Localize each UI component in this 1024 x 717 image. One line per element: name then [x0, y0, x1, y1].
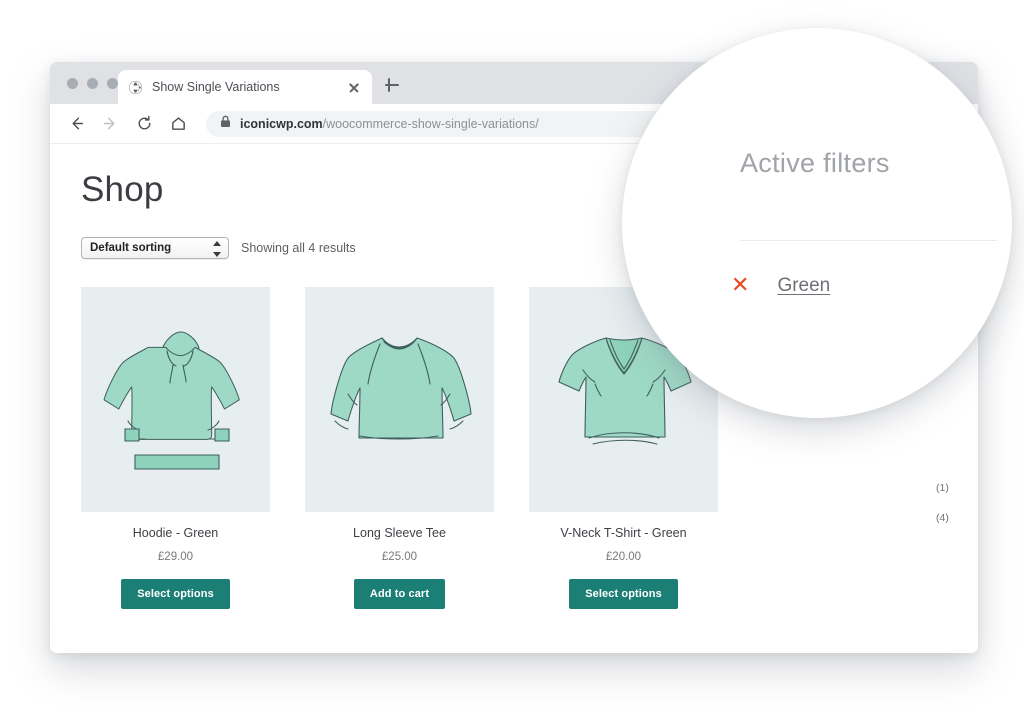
long-sleeve-tee-illustration — [330, 336, 472, 440]
window-controls — [67, 78, 118, 89]
product-name[interactable]: Long Sleeve Tee — [305, 526, 494, 540]
product-action-button[interactable]: Select options — [121, 579, 230, 609]
sorting-select-value: Default sorting — [90, 242, 172, 254]
reload-icon[interactable] — [130, 110, 158, 138]
product-card: Long Sleeve Tee £25.00 Add to cart — [305, 287, 494, 609]
remove-filter-icon[interactable]: ✕ — [731, 275, 749, 297]
new-tab-button[interactable] — [382, 75, 402, 95]
globe-icon — [128, 80, 143, 95]
results-count: Showing all 4 results — [241, 241, 356, 255]
filter-counts: (1) (4) — [936, 482, 949, 524]
stepper-arrows-icon — [213, 241, 221, 257]
magnified-divider — [740, 240, 998, 241]
close-window-dot[interactable] — [67, 78, 78, 89]
product-price: £20.00 — [605, 551, 642, 563]
product-card: Hoodie - Green £29.00 Select options — [81, 287, 270, 609]
magnified-active-filters-title: Active filters — [740, 148, 890, 178]
browser-tab-title: Show Single Variations — [152, 80, 280, 94]
hoodie-illustration — [103, 331, 240, 470]
sorting-select[interactable]: Default sorting — [81, 237, 229, 259]
filter-count: (1) — [936, 482, 949, 494]
shop-toolbar: Default sorting Showing all 4 results — [81, 237, 356, 259]
screenshot-stage: Show Single Variations iconicwp.com/wooc… — [0, 0, 1024, 717]
home-icon[interactable] — [164, 110, 192, 138]
product-price: £29.00 — [157, 551, 194, 563]
close-tab-icon[interactable] — [346, 79, 362, 95]
product-price: £25.00 — [381, 551, 418, 563]
magnifier-content: Active filters ✕ Green — [636, 42, 998, 404]
page-title: Shop — [81, 170, 164, 209]
forward-arrow-icon[interactable] — [96, 110, 124, 138]
maximize-window-dot[interactable] — [107, 78, 118, 89]
active-filter-label[interactable]: Green — [777, 275, 830, 297]
magnifier-lens: Active filters ✕ Green — [622, 28, 1012, 418]
product-action-button[interactable]: Add to cart — [353, 579, 446, 609]
product-action-button[interactable]: Select options — [569, 579, 678, 609]
filter-count: (4) — [936, 512, 949, 524]
url-path: /woocommerce-show-single-variations/ — [322, 116, 539, 131]
browser-tab[interactable]: Show Single Variations — [118, 70, 372, 104]
minimize-window-dot[interactable] — [87, 78, 98, 89]
magnified-active-filter-item: ✕ Green — [731, 275, 830, 297]
url-domain: iconicwp.com — [240, 116, 323, 131]
lock-icon — [220, 115, 231, 133]
product-grid: Hoodie - Green £29.00 Select options Lon… — [81, 287, 718, 609]
address-bar-url: iconicwp.com/woocommerce-show-single-var… — [240, 117, 539, 131]
product-image[interactable] — [305, 287, 494, 512]
product-image[interactable] — [81, 287, 270, 512]
back-arrow-icon[interactable] — [62, 110, 90, 138]
product-name[interactable]: V-Neck T-Shirt - Green — [529, 526, 718, 540]
product-name[interactable]: Hoodie - Green — [81, 526, 270, 540]
